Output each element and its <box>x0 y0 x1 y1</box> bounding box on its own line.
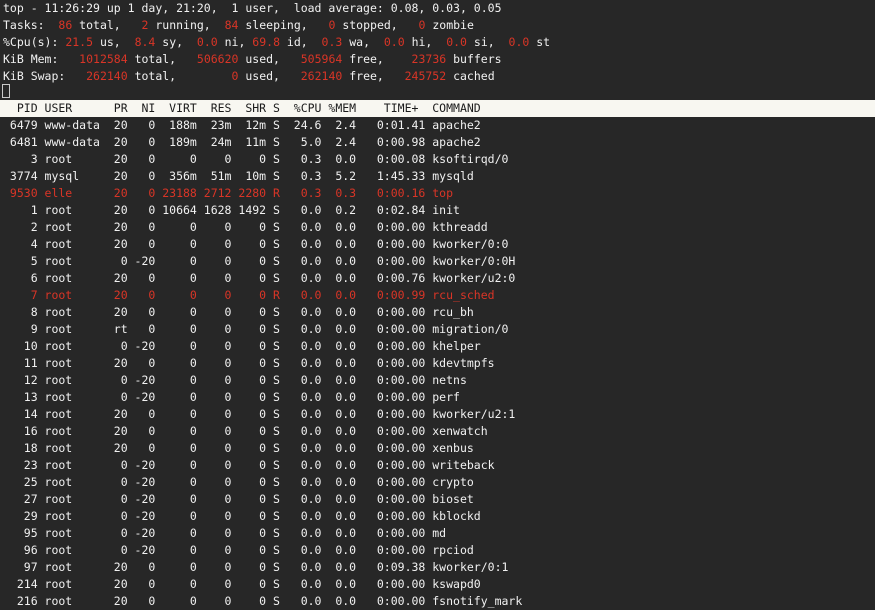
process-row: 9 root rt 0 0 0 0 S 0.0 0.0 0:00.00 migr… <box>3 321 522 338</box>
process-row: 216 root 20 0 0 0 0 S 0.0 0.0 0:00.00 fs… <box>3 593 522 610</box>
process-row: 18 root 20 0 0 0 0 S 0.0 0.0 0:00.00 xen… <box>3 440 522 457</box>
process-row: 9530 elle 20 0 23188 2712 2280 R 0.3 0.3… <box>3 185 522 202</box>
process-row: 11 root 20 0 0 0 0 S 0.0 0.0 0:00.00 kde… <box>3 355 522 372</box>
process-row: 12 root 0 -20 0 0 0 S 0.0 0.0 0:00.00 ne… <box>3 372 522 389</box>
process-row: 6479 www-data 20 0 188m 23m 12m S 24.6 2… <box>3 117 522 134</box>
process-row: 7 root 20 0 0 0 0 R 0.0 0.0 0:00.99 rcu_… <box>3 287 522 304</box>
process-row: 8 root 20 0 0 0 0 S 0.0 0.0 0:00.00 rcu_… <box>3 304 522 321</box>
process-row: 97 root 20 0 0 0 0 S 0.0 0.0 0:09.38 kwo… <box>3 559 522 576</box>
terminal-screen[interactable]: top - 11:26:29 up 1 day, 21:20, 1 user, … <box>0 0 875 608</box>
process-row: 214 root 20 0 0 0 0 S 0.0 0.0 0:00.00 ks… <box>3 576 522 593</box>
process-row: 1 root 20 0 10664 1628 1492 S 0.0 0.2 0:… <box>3 202 522 219</box>
process-row: 4 root 20 0 0 0 0 S 0.0 0.0 0:00.00 kwor… <box>3 236 522 253</box>
process-row: 16 root 20 0 0 0 0 S 0.0 0.0 0:00.00 xen… <box>3 423 522 440</box>
summary-line: top - 11:26:29 up 1 day, 21:20, 1 user, … <box>3 0 550 17</box>
summary-line: KiB Mem: 1012584 total, 506620 used, 505… <box>3 51 550 68</box>
summary-line: Tasks: 86 total, 2 running, 84 sleeping,… <box>3 17 550 34</box>
process-table-header: PID USER PR NI VIRT RES SHR S %CPU %MEM … <box>0 100 875 117</box>
process-row: 14 root 20 0 0 0 0 S 0.0 0.0 0:00.00 kwo… <box>3 406 522 423</box>
summary-line: KiB Swap: 262140 total, 0 used, 262140 f… <box>3 68 550 85</box>
process-row: 2 root 20 0 0 0 0 S 0.0 0.0 0:00.00 kthr… <box>3 219 522 236</box>
process-rows: 6479 www-data 20 0 188m 23m 12m S 24.6 2… <box>3 117 522 610</box>
process-row: 6481 www-data 20 0 189m 24m 11m S 5.0 2.… <box>3 134 522 151</box>
process-row: 96 root 0 -20 0 0 0 S 0.0 0.0 0:00.00 rp… <box>3 542 522 559</box>
process-row: 6 root 20 0 0 0 0 S 0.0 0.0 0:00.76 kwor… <box>3 270 522 287</box>
process-row: 3 root 20 0 0 0 0 S 0.3 0.0 0:00.08 ksof… <box>3 151 522 168</box>
process-row: 25 root 0 -20 0 0 0 S 0.0 0.0 0:00.00 cr… <box>3 474 522 491</box>
process-row: 95 root 0 -20 0 0 0 S 0.0 0.0 0:00.00 md <box>3 525 522 542</box>
summary-line: %Cpu(s): 21.5 us, 8.4 sy, 0.0 ni, 69.8 i… <box>3 34 550 51</box>
process-row: 3774 mysql 20 0 356m 51m 10m S 0.3 5.2 1… <box>3 168 522 185</box>
top-summary: top - 11:26:29 up 1 day, 21:20, 1 user, … <box>3 0 550 85</box>
process-row: 29 root 0 -20 0 0 0 S 0.0 0.0 0:00.00 kb… <box>3 508 522 525</box>
process-row: 27 root 0 -20 0 0 0 S 0.0 0.0 0:00.00 bi… <box>3 491 522 508</box>
process-row: 10 root 0 -20 0 0 0 S 0.0 0.0 0:00.00 kh… <box>3 338 522 355</box>
process-table-header-bar: PID USER PR NI VIRT RES SHR S %CPU %MEM … <box>0 100 875 117</box>
process-row: 13 root 0 -20 0 0 0 S 0.0 0.0 0:00.00 pe… <box>3 389 522 406</box>
process-row: 23 root 0 -20 0 0 0 S 0.0 0.0 0:00.00 wr… <box>3 457 522 474</box>
process-row: 5 root 0 -20 0 0 0 S 0.0 0.0 0:00.00 kwo… <box>3 253 522 270</box>
terminal-cursor <box>2 84 10 98</box>
